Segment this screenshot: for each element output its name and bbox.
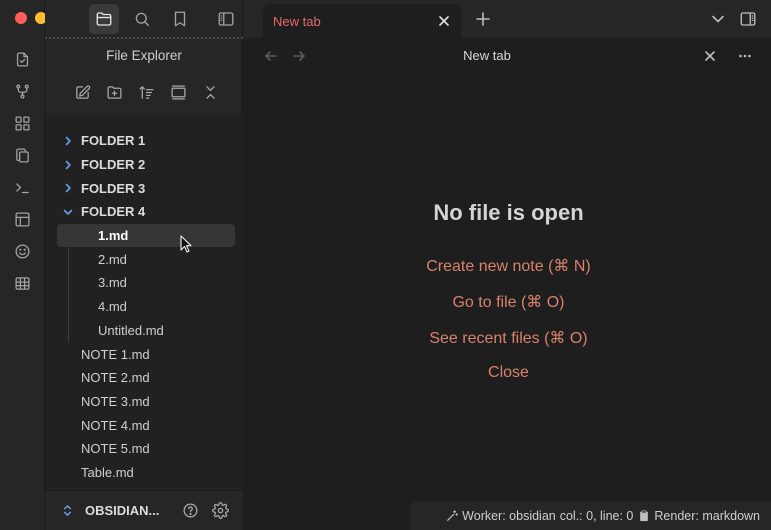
file-item-active[interactable]: 1.md (57, 223, 235, 248)
graph-view-icon[interactable] (10, 78, 36, 104)
file-label: NOTE 2.md (81, 370, 150, 386)
terminal-icon[interactable] (10, 174, 36, 200)
vault-name[interactable]: OBSIDIAN... (85, 503, 171, 518)
sidebar-tab-strip (45, 0, 243, 38)
folder-label: FOLDER 2 (81, 157, 146, 173)
close-window-button[interactable] (15, 12, 27, 24)
file-label: NOTE 4.md (81, 417, 150, 433)
folder-label: FOLDER 1 (81, 133, 146, 149)
file-explorer-actions (71, 81, 221, 103)
folder-label: FOLDER 3 (81, 180, 146, 196)
close-link[interactable]: Close (243, 364, 771, 382)
chevron-down-icon (63, 207, 81, 217)
view-header: New tab (243, 38, 771, 74)
sidebar-divider (45, 37, 243, 39)
layout-icon[interactable] (10, 206, 36, 232)
chevron-down-icon[interactable] (707, 8, 729, 30)
file-tree: FOLDER 1 FOLDER 2 FOLDER 3 FOLDER 4 1.md… (45, 113, 243, 490)
file-explorer-sidebar: File Explorer FOLDER 1 FOLDER 2 FOLDER 3… (45, 0, 243, 530)
chevron-up-down-icon[interactable] (61, 504, 77, 517)
vault-switcher: OBSIDIAN... (45, 490, 243, 530)
close-icon[interactable] (433, 10, 455, 32)
search-icon[interactable] (127, 4, 157, 34)
collapse-all-icon[interactable] (199, 81, 221, 103)
help-icon[interactable] (179, 500, 201, 522)
wand-icon (445, 509, 458, 522)
empty-state-title: No file is open (433, 200, 584, 225)
file-item[interactable]: NOTE 1.md (45, 342, 243, 366)
sidebar-title: File Explorer (106, 48, 182, 63)
file-label: 1.md (98, 228, 129, 244)
new-folder-icon[interactable] (103, 81, 125, 103)
status-render: Render: markdown (654, 508, 760, 523)
folder-item[interactable]: FOLDER 1 (45, 129, 243, 153)
status-worker: Worker: obsidian (462, 508, 556, 523)
chevron-right-icon (63, 136, 81, 146)
file-item[interactable]: NOTE 2.md (45, 366, 243, 390)
folder-icon[interactable] (89, 4, 119, 34)
open-quick-switcher-icon[interactable] (10, 46, 36, 72)
auto-reveal-icon[interactable] (167, 81, 189, 103)
file-label: NOTE 3.md (81, 393, 150, 409)
view-title: New tab (463, 48, 511, 63)
folder-item[interactable]: FOLDER 3 (45, 176, 243, 200)
file-item[interactable]: Table.md (45, 461, 243, 485)
toggle-left-sidebar-icon[interactable] (211, 4, 241, 34)
new-tab-plus-icon[interactable] (472, 8, 494, 30)
tab-bar: New tab (243, 0, 771, 38)
file-label: 2.md (98, 251, 127, 267)
file-item[interactable]: NOTE 3.md (45, 390, 243, 414)
see-recent-files-link[interactable]: See recent files (⌘ O) (243, 328, 771, 348)
file-item[interactable]: 2.md (45, 247, 243, 271)
chevron-right-icon (63, 183, 81, 193)
file-label: 4.md (98, 299, 127, 315)
status-bar: Worker: obsidian col.: 0, line: 0 Render… (410, 501, 771, 530)
folder-item[interactable]: FOLDER 2 (45, 153, 243, 177)
file-label: NOTE 1.md (81, 346, 150, 362)
clipboard-icon (637, 509, 650, 522)
file-item[interactable]: NOTE 5.md (45, 437, 243, 461)
table-icon[interactable] (10, 270, 36, 296)
close-icon[interactable] (700, 46, 720, 66)
toggle-right-sidebar-icon[interactable] (737, 8, 759, 30)
folder-item-open[interactable]: FOLDER 4 (45, 200, 243, 224)
tab-label: New tab (273, 13, 321, 29)
sort-order-icon[interactable] (135, 81, 157, 103)
canvas-icon[interactable] (10, 110, 36, 136)
file-item[interactable]: Untitled.md (45, 319, 243, 343)
chevron-right-icon (63, 160, 81, 170)
file-item[interactable]: NOTE 4.md (45, 413, 243, 437)
file-label: Untitled.md (98, 322, 164, 338)
folder-label: FOLDER 4 (81, 204, 146, 220)
copy-files-icon[interactable] (10, 142, 36, 168)
mouse-cursor-icon (180, 235, 192, 253)
file-label: 3.md (98, 275, 127, 291)
status-position: col.: 0, line: 0 (559, 508, 634, 523)
more-options-icon[interactable] (735, 46, 755, 66)
file-label: NOTE 5.md (81, 441, 150, 457)
empty-state: No file is open Create new note (⌘ N) Go… (243, 74, 771, 500)
tab-new-tab[interactable]: New tab (263, 4, 461, 38)
left-ribbon (0, 0, 67, 530)
smiley-icon[interactable] (10, 238, 36, 264)
settings-gear-icon[interactable] (209, 500, 231, 522)
file-label: Table.md (81, 464, 134, 480)
bookmark-icon[interactable] (165, 4, 195, 34)
new-note-icon[interactable] (71, 81, 93, 103)
file-item[interactable]: 3.md (45, 271, 243, 295)
go-to-file-link[interactable]: Go to file (⌘ O) (243, 292, 771, 312)
file-item[interactable]: 4.md (45, 295, 243, 319)
create-new-note-link[interactable]: Create new note (⌘ N) (243, 256, 771, 276)
